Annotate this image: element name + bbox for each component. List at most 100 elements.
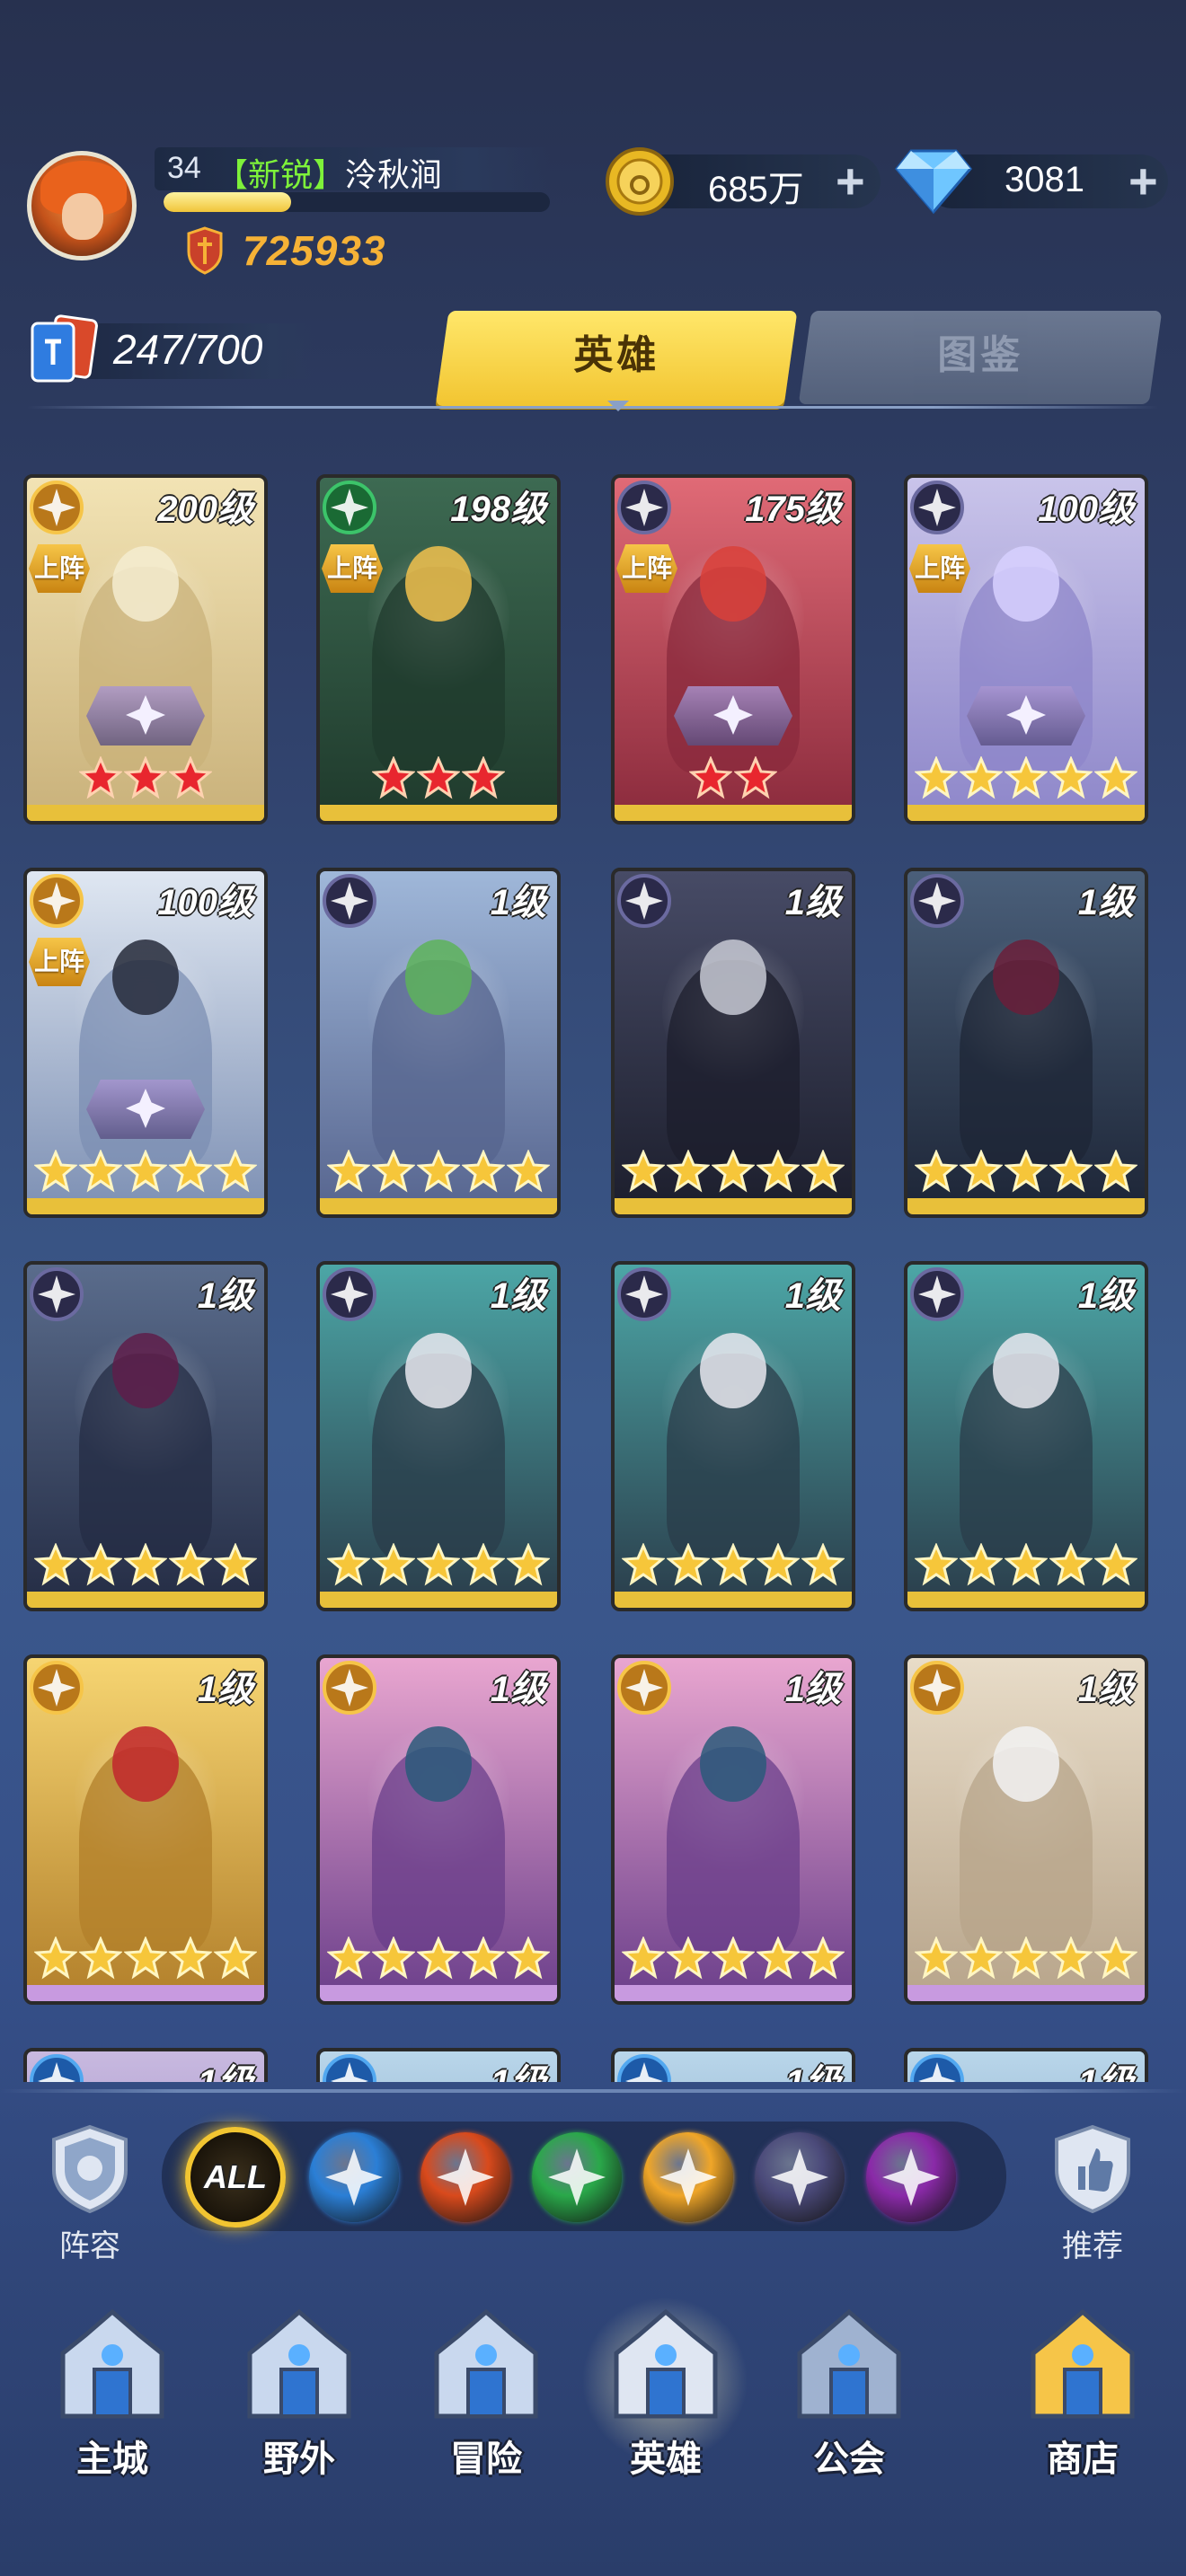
nav-label: 英雄: [630, 2439, 702, 2479]
fire-faction-icon[interactable]: [420, 2132, 510, 2222]
hero-level: 175级: [745, 490, 841, 529]
recommend-button[interactable]: 推荐: [1039, 2122, 1146, 2265]
hero-card[interactable]: 200级 上阵: [23, 474, 268, 825]
star-icon: [1004, 754, 1049, 804]
nav-castle[interactable]: 主城: [27, 2299, 198, 2515]
hero-card[interactable]: 1级: [316, 1261, 561, 1611]
hero-level: 1级: [784, 883, 841, 922]
hero-card[interactable]: 1级: [611, 2048, 855, 2082]
tab-collection-label: 图鉴: [937, 333, 1024, 377]
star-icon: [506, 1541, 551, 1591]
star-icon: [461, 1935, 506, 1984]
nav-label: 商店: [1047, 2439, 1119, 2479]
water-faction-icon: [322, 2053, 377, 2082]
adventure-icon: [434, 2308, 538, 2419]
hero-card[interactable]: 1级: [23, 1654, 268, 2005]
nav-wilds[interactable]: 野外: [214, 2299, 385, 2515]
hero-card[interactable]: 100级 上阵: [904, 474, 1148, 825]
deployed-badge: 上阵: [616, 544, 677, 593]
hero-card[interactable]: 175级 上阵: [611, 474, 855, 825]
star-icon: [416, 1935, 461, 1984]
hero-card[interactable]: 1级: [23, 1261, 268, 1611]
hero-stars: [615, 754, 852, 805]
nav-label: 主城: [76, 2439, 148, 2479]
hero-card[interactable]: 1级: [904, 1654, 1148, 2005]
star-icon: [326, 1148, 371, 1197]
star-icon: [914, 1935, 959, 1984]
nav-guild[interactable]: 公会: [764, 2299, 934, 2515]
hero-card[interactable]: 1级: [316, 2048, 561, 2082]
star-icon: [461, 754, 506, 804]
hero-card[interactable]: 1级: [904, 1261, 1148, 1611]
star-icon: [959, 1935, 1004, 1984]
hero-card[interactable]: 1级: [316, 868, 561, 1218]
nav-shop[interactable]: 商店: [997, 2299, 1168, 2515]
rank-emblem: [86, 686, 205, 745]
star-icon: [959, 1148, 1004, 1197]
hero-stars: [907, 754, 1145, 805]
hero-card[interactable]: 100级 上阵: [23, 868, 268, 1218]
star-icon: [78, 1935, 123, 1984]
star-icon: [1093, 1148, 1138, 1197]
light-faction-icon[interactable]: [643, 2132, 733, 2222]
player-avatar[interactable]: [27, 151, 137, 260]
star-icon: [371, 754, 416, 804]
hero-level: 100级: [1038, 490, 1134, 529]
light-faction-icon: [29, 480, 84, 535]
hero-stars: [615, 1935, 852, 1985]
star-icon: [168, 1541, 213, 1591]
dark-faction-icon[interactable]: [755, 2132, 845, 2222]
player-rank-tag: 【新锐】: [216, 156, 346, 193]
hero-card[interactable]: 198级 上阵: [316, 474, 561, 825]
add-diamond-button[interactable]: +: [1128, 156, 1158, 207]
combat-power-value: 725933: [243, 227, 386, 274]
hero-card[interactable]: 1级: [23, 2048, 268, 2082]
dark-faction-icon: [29, 1266, 84, 1322]
hero-level: 1级: [784, 1276, 841, 1316]
filter-divider: [0, 2089, 1186, 2093]
nav-adventure[interactable]: 冒险: [401, 2299, 571, 2515]
tab-collection[interactable]: 图鉴: [798, 311, 1163, 404]
player-name-text: 泠秋涧: [345, 156, 443, 193]
hero-level: 1级: [1077, 883, 1134, 922]
deployed-badge: 上阵: [322, 544, 383, 593]
lineup-button[interactable]: 阵容: [36, 2122, 144, 2265]
water-faction-icon: [616, 2053, 672, 2082]
star-icon: [666, 1148, 711, 1197]
hero-card[interactable]: 1级: [611, 1654, 855, 2005]
nav-label: 公会: [813, 2439, 885, 2479]
hero-card[interactable]: 1级: [316, 1654, 561, 2005]
hero-level: 198级: [450, 490, 546, 529]
star-icon: [733, 754, 778, 804]
star-icon: [1049, 1541, 1093, 1591]
water-faction-icon[interactable]: [309, 2132, 399, 2222]
hero-stars: [907, 1148, 1145, 1198]
hero-level: 1级: [1077, 1670, 1134, 1709]
hero-stars: [615, 1541, 852, 1592]
star-icon: [123, 1541, 168, 1591]
hero-card[interactable]: 1级: [904, 868, 1148, 1218]
forest-faction-icon[interactable]: [532, 2132, 622, 2222]
dark-faction-icon: [909, 480, 965, 535]
star-icon: [711, 1541, 756, 1591]
star-icon: [33, 1541, 78, 1591]
star-icon: [1093, 1935, 1138, 1984]
void-faction-icon[interactable]: [866, 2132, 956, 2222]
light-faction-icon: [322, 1660, 377, 1716]
star-icon: [711, 1148, 756, 1197]
hero-level: 1级: [197, 1670, 253, 1709]
dark-faction-icon: [322, 1266, 377, 1322]
hero-card[interactable]: 1级: [611, 868, 855, 1218]
water-faction-icon: [909, 2053, 965, 2082]
star-icon: [1093, 754, 1138, 804]
star-icon: [33, 1935, 78, 1984]
filter-all-button[interactable]: ALL: [185, 2127, 286, 2228]
hero-card[interactable]: 1级: [904, 2048, 1148, 2082]
star-icon: [711, 1935, 756, 1984]
hero-card[interactable]: 1级: [611, 1261, 855, 1611]
tab-heroes[interactable]: 英雄: [435, 311, 798, 406]
star-icon: [33, 1148, 78, 1197]
hero-stars: [27, 1541, 264, 1592]
add-gold-button[interactable]: +: [836, 156, 865, 207]
nav-hero-helmet[interactable]: 英雄: [580, 2299, 751, 2515]
